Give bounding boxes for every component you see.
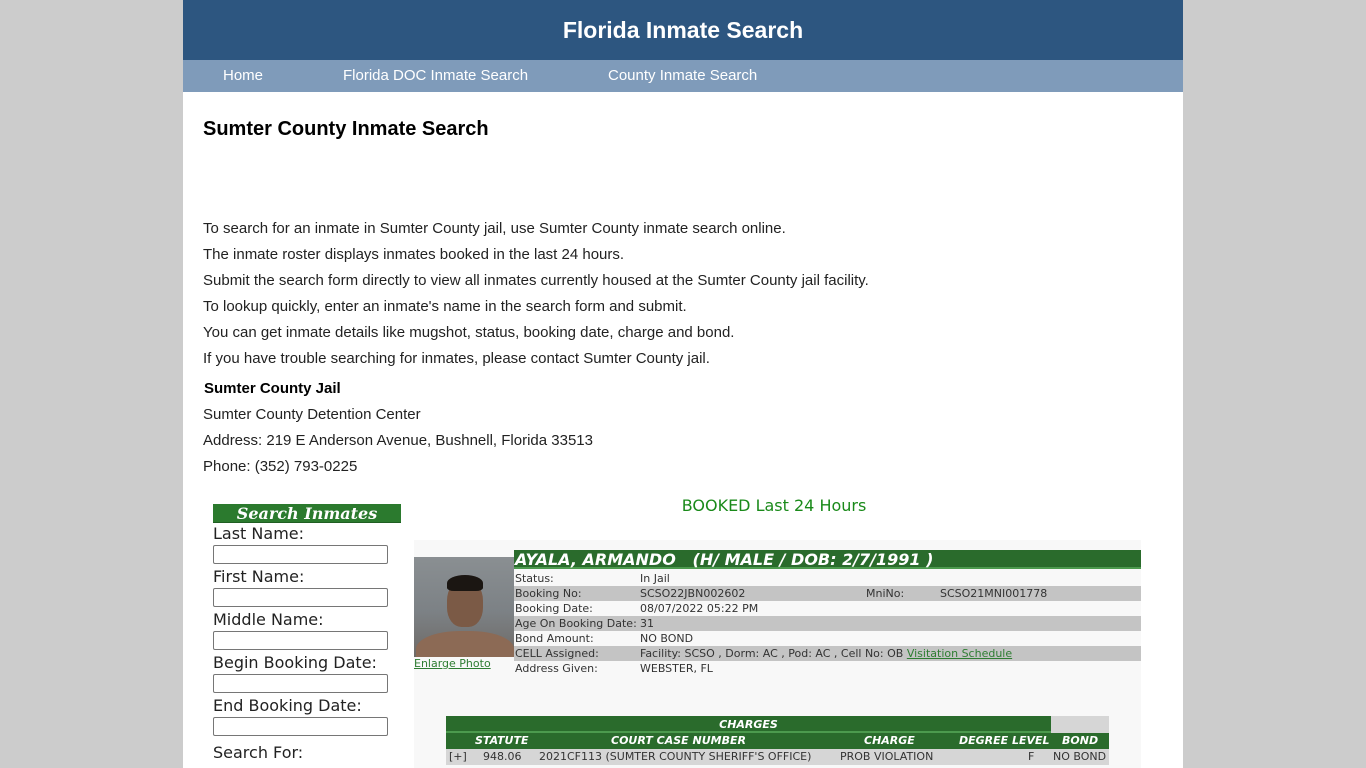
jail-name: Sumter County Jail [204,380,341,397]
inmate-mugshot[interactable] [414,557,514,657]
col-statute: STATUTE [475,734,529,747]
nav-bar: Home Florida DOC Inmate Search County In… [183,60,1183,92]
detail-label: Booking Date: [515,602,593,615]
detail-value: WEBSTER, FL [640,662,713,675]
jail-address: Address: 219 E Anderson Avenue, Bushnell… [203,432,593,449]
end-booking-date-label: End Booking Date: [213,696,362,715]
detail-label: Address Given: [515,662,598,675]
charges-title: CHARGES [446,716,1051,733]
col-degree-level: DEGREE LEVEL [959,734,1050,747]
detail-row-age: Age On Booking Date: 31 [514,616,1141,631]
page-container: Florida Inmate Search Home Florida DOC I… [183,0,1183,768]
charge-case-number: 2021CF113 (SUMTER COUNTY SHERIFF'S OFFIC… [539,750,812,763]
jail-facility: Sumter County Detention Center [203,406,421,423]
expand-charge-toggle[interactable]: [+] [449,749,467,765]
detail-value: Facility: SCSO , Dorm: AC , Pod: AC , Ce… [640,647,904,660]
inmate-details: Status: In Jail Booking No: SCSO22JBN002… [514,571,1141,676]
charges-table: CHARGES STATUTE COURT CASE NUMBER CHARGE… [446,716,1109,765]
first-name-input[interactable] [213,588,388,607]
intro-line: To search for an inmate in Sumter County… [203,220,786,237]
detail-row-bond-amount: Bond Amount: NO BOND [514,631,1141,646]
col-court-case-number: COURT CASE NUMBER [611,734,746,747]
detail-label: Booking No: [515,587,582,600]
col-bond: BOND [1062,734,1099,747]
search-for-label: Search For: [213,743,304,762]
middle-name-label: Middle Name: [213,610,324,629]
jail-phone: Phone: (352) 793-0225 [203,458,358,475]
page-title: Sumter County Inmate Search [203,118,489,140]
inmate-roster: BOOKED Last 24 Hours Enlarge Photo AYALA… [414,490,1154,768]
detail-label: CELL Assigned: [515,647,599,660]
nav-florida-doc-inmate-search[interactable]: Florida DOC Inmate Search [343,60,528,92]
site-title: Florida Inmate Search [562,17,804,43]
detail-value: In Jail [640,572,670,585]
intro-line: You can get inmate details like mugshot,… [203,324,735,341]
detail-label: Status: [515,572,554,585]
detail-value: 08/07/2022 05:22 PM [640,602,759,615]
search-inmates-form: Search Inmates Last Name: First Name: Mi… [213,504,403,764]
visitation-schedule-link[interactable]: Visitation Schedule [907,647,1012,660]
detail-label: MniNo: [866,587,905,600]
nav-county-inmate-search[interactable]: County Inmate Search [608,60,757,92]
enlarge-photo-link[interactable]: Enlarge Photo [414,657,491,670]
charge-bond: NO BOND [1053,750,1107,763]
col-charge: CHARGE [864,734,915,747]
detail-value: SCSO22JBN002602 [640,587,746,600]
intro-line: If you have trouble searching for inmate… [203,350,710,367]
search-form-title: Search Inmates [213,504,401,523]
jail-info: Sumter County Jail Sumter County Detenti… [203,376,593,480]
intro-line: To lookup quickly, enter an inmate's nam… [203,298,687,315]
charge-statute: 948.06 [483,750,522,763]
detail-row-booking-no: Booking No: SCSO22JBN002602 MniNo: SCSO2… [514,586,1141,601]
detail-value: SCSO21MNI001778 [940,587,1048,600]
detail-value: NO BOND [640,632,694,645]
detail-label: Age On Booking Date: [515,617,637,630]
middle-name-input[interactable] [213,631,388,650]
roster-title: BOOKED Last 24 Hours [681,496,867,515]
detail-value: 31 [640,617,654,630]
end-booking-date-input[interactable] [213,717,388,736]
charge-description: PROB VIOLATION [840,750,934,763]
intro-text: To search for an inmate in Sumter County… [203,216,869,372]
begin-booking-date-input[interactable] [213,674,388,693]
intro-line: The inmate roster displays inmates booke… [203,246,625,263]
inmate-record: Enlarge Photo AYALA, ARMANDO (H/ MALE / … [414,540,1141,768]
charges-header-row: STATUTE COURT CASE NUMBER CHARGE DEGREE … [446,733,1109,749]
last-name-label: Last Name: [213,524,305,543]
detail-row-booking-date: Booking Date: 08/07/2022 05:22 PM [514,601,1141,616]
site-header: Florida Inmate Search [183,0,1183,60]
first-name-label: First Name: [213,567,305,586]
detail-row-cell-assigned: CELL Assigned: Facility: SCSO , Dorm: AC… [514,646,1141,661]
detail-row-status: Status: In Jail [514,571,1141,586]
charge-row: [+] 948.06 2021CF113 (SUMTER COUNTY SHER… [446,749,1109,765]
intro-line: Submit the search form directly to view … [203,272,869,289]
inmate-name-header: AYALA, ARMANDO (H/ MALE / DOB: 2/7/1991 … [514,550,1141,569]
last-name-input[interactable] [213,545,388,564]
detail-row-address: Address Given: WEBSTER, FL [514,661,1141,676]
begin-booking-date-label: Begin Booking Date: [213,653,377,672]
nav-home[interactable]: Home [223,60,263,92]
charge-degree: F [1028,750,1035,763]
detail-label: Bond Amount: [515,632,594,645]
